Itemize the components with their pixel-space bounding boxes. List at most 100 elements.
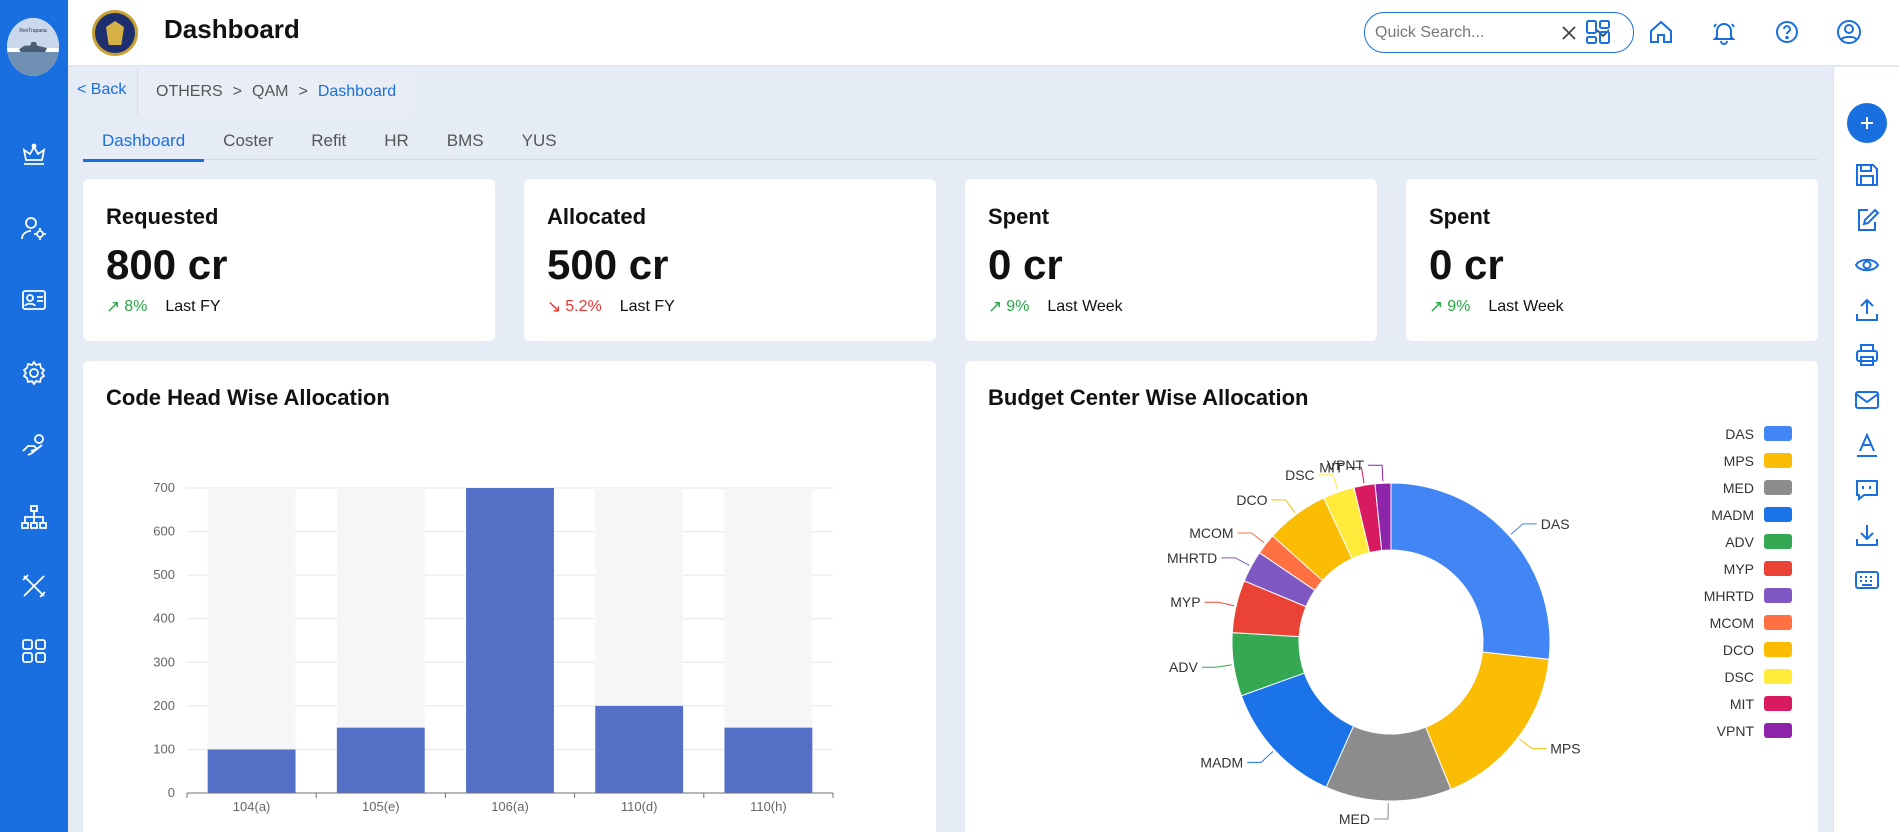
- slice-label: MCOM: [1189, 525, 1233, 541]
- upload-icon[interactable]: [1851, 294, 1883, 326]
- trend-up-icon: ↗: [1429, 297, 1444, 316]
- legend-label: DSC: [1724, 668, 1754, 685]
- y-tick-label: 100: [153, 741, 175, 756]
- home-icon[interactable]: [1645, 16, 1677, 48]
- legend-item[interactable]: MPS: [1704, 447, 1792, 474]
- search-input[interactable]: [1375, 22, 1555, 44]
- donut-slice: [1425, 651, 1550, 790]
- bell-icon[interactable]: [1708, 16, 1740, 48]
- legend-item[interactable]: ADV: [1704, 528, 1792, 555]
- slice-leader-line: [1221, 557, 1250, 566]
- kpi-title: Spent: [988, 204, 1050, 229]
- legend-label: MADM: [1711, 506, 1754, 523]
- bar: [466, 488, 554, 793]
- page-title: Dashboard: [164, 14, 300, 44]
- tools-icon[interactable]: [18, 570, 50, 602]
- font-icon[interactable]: [1851, 429, 1883, 461]
- legend-item[interactable]: MIT: [1704, 690, 1792, 717]
- legend-item[interactable]: DAS: [1704, 420, 1792, 447]
- tab-dashboard[interactable]: Dashboard: [83, 122, 205, 162]
- legend-item[interactable]: MED: [1704, 474, 1792, 501]
- legend-label: MHRTD: [1703, 587, 1754, 604]
- x-tick-label: 105(e): [362, 799, 400, 814]
- keyboard-icon[interactable]: [1851, 564, 1883, 596]
- breadcrumb: OTHERS > QAM > Dashboard: [137, 68, 415, 116]
- kpi-trend-period: Last FY: [619, 298, 675, 315]
- x-tick-label: 110(d): [621, 799, 658, 814]
- tab-coster[interactable]: Coster: [204, 122, 292, 160]
- kpi-card-spent-weekly: Spent 0 cr ↗ 9% Last Week: [1406, 179, 1818, 341]
- y-tick-label: 500: [153, 567, 175, 582]
- kpi-trend: ↗ 8% Last FY: [106, 297, 221, 317]
- x-tick-label: 110(h): [750, 799, 787, 814]
- add-button[interactable]: [1847, 103, 1887, 143]
- y-tick-label: 400: [153, 611, 175, 626]
- id-card-icon[interactable]: [18, 284, 50, 316]
- slice-leader-line: [1271, 499, 1296, 514]
- close-icon[interactable]: [1559, 23, 1579, 43]
- legend-item[interactable]: MCOM: [1704, 609, 1792, 636]
- app-logo[interactable]: RevTrapana: [7, 18, 59, 76]
- slice-leader-line: [1201, 664, 1232, 668]
- legend-swatch: [1764, 426, 1792, 441]
- legend-swatch: [1764, 480, 1792, 495]
- legend-item[interactable]: MADM: [1704, 501, 1792, 528]
- mail-icon[interactable]: [1851, 384, 1883, 416]
- kpi-trend-percent: 9%: [1006, 298, 1030, 315]
- slice-leader-line: [1519, 738, 1547, 750]
- y-tick-label: 0: [168, 785, 175, 800]
- y-tick-label: 200: [153, 698, 175, 713]
- help-icon[interactable]: [1771, 16, 1803, 48]
- breadcrumb-item-others[interactable]: OTHERS: [156, 83, 223, 101]
- slice-leader-line: [1318, 474, 1339, 491]
- dashboard-grid-icon[interactable]: [1582, 16, 1614, 48]
- kpi-title: Requested: [106, 204, 219, 229]
- org-chart-icon[interactable]: [18, 501, 50, 533]
- legend-item[interactable]: DSC: [1704, 663, 1792, 690]
- kpi-card-requested: Requested 800 cr ↗ 8% Last FY: [83, 179, 495, 341]
- slice-leader-line: [1368, 464, 1384, 482]
- legend-label: DAS: [1725, 425, 1754, 442]
- kpi-value: 0 cr: [988, 241, 1063, 288]
- save-icon[interactable]: [1851, 159, 1883, 191]
- bar-background: [207, 488, 296, 793]
- settings-icon[interactable]: [18, 357, 50, 389]
- comment-icon[interactable]: [1851, 474, 1883, 506]
- legend-item[interactable]: VPNT: [1704, 717, 1792, 744]
- kpi-card-allocated: Allocated 500 cr ↘ 5.2% Last FY: [524, 179, 936, 341]
- eye-icon[interactable]: [1851, 249, 1883, 281]
- breadcrumb-item-dashboard[interactable]: Dashboard: [318, 83, 396, 101]
- crown-icon[interactable]: [18, 140, 50, 172]
- tab-bms[interactable]: BMS: [428, 122, 503, 160]
- y-tick-label: 300: [153, 654, 175, 669]
- kpi-value: 0 cr: [1429, 241, 1504, 288]
- legend-item[interactable]: MHRTD: [1704, 582, 1792, 609]
- edit-icon[interactable]: [1851, 204, 1883, 236]
- kpi-title: Allocated: [547, 204, 647, 229]
- kpi-card-spent: Spent 0 cr ↗ 9% Last Week: [965, 179, 1377, 341]
- print-icon[interactable]: [1851, 339, 1883, 371]
- breadcrumb-item-qam[interactable]: QAM: [252, 83, 288, 101]
- tab-refit[interactable]: Refit: [292, 122, 365, 160]
- bar: [595, 705, 684, 793]
- slice-label: MHRTD: [1167, 550, 1217, 566]
- legend-swatch: [1764, 507, 1792, 522]
- back-link[interactable]: < Back: [77, 81, 126, 99]
- user-settings-icon[interactable]: [18, 212, 50, 244]
- tab-hr[interactable]: HR: [365, 122, 428, 160]
- download-icon[interactable]: [1851, 519, 1883, 551]
- user-icon[interactable]: [1833, 16, 1865, 48]
- apps-grid-icon[interactable]: [18, 635, 50, 667]
- hand-coin-icon[interactable]: [18, 429, 50, 461]
- kpi-trend: ↗ 9% Last Week: [988, 297, 1123, 317]
- slice-label: MED: [1339, 811, 1370, 827]
- slice-label: DAS: [1541, 516, 1570, 532]
- slice-leader-line: [1247, 751, 1274, 763]
- legend-item[interactable]: MYP: [1704, 555, 1792, 582]
- tab-yus[interactable]: YUS: [503, 122, 576, 160]
- legend-item[interactable]: DCO: [1704, 636, 1792, 663]
- slice-label: DCO: [1236, 492, 1267, 508]
- logo-caption: RevTrapana: [19, 28, 47, 34]
- bar-chart: 0 100 200 300 400 500 600 700 104(a) 105(e) 106(a)…: [153, 480, 834, 814]
- legend-swatch: [1764, 534, 1792, 549]
